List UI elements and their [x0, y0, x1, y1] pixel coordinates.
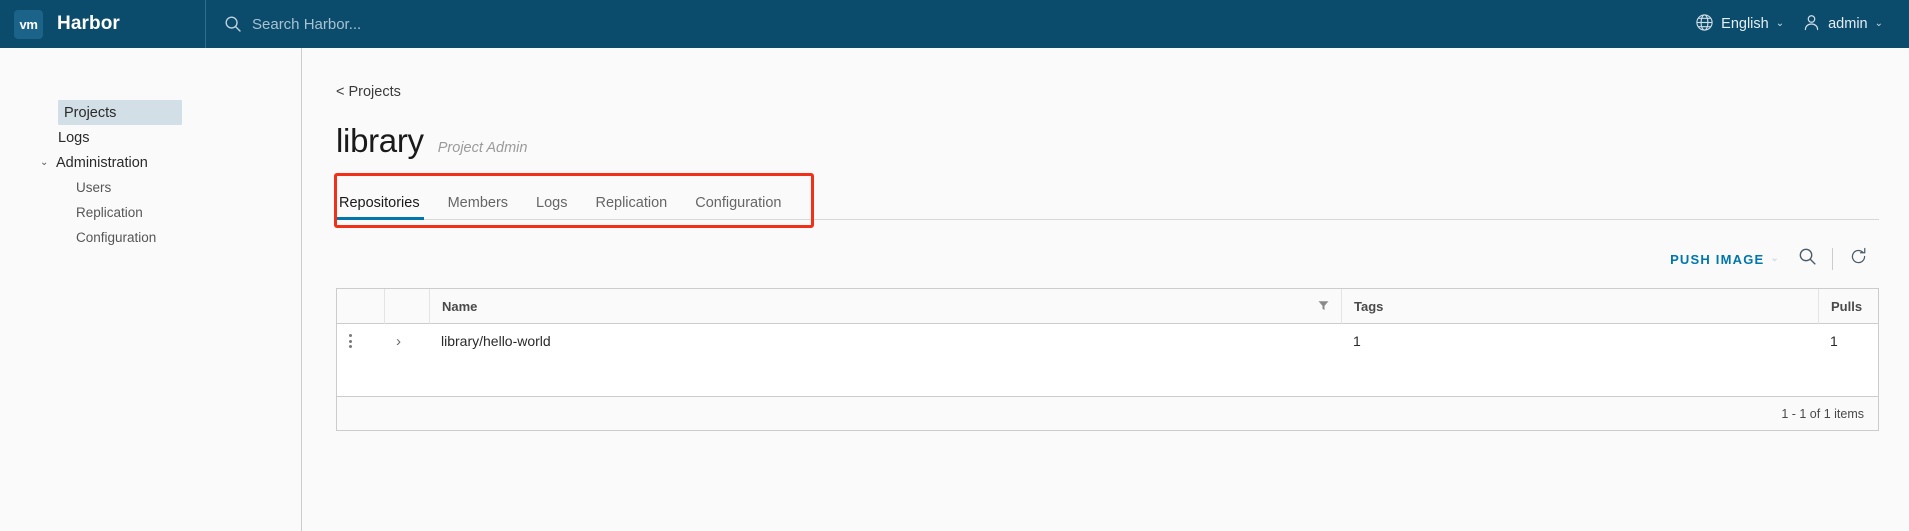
brand-area[interactable]: vm Harbor: [0, 0, 205, 48]
pagination-summary: 1 - 1 of 1 items: [1781, 406, 1864, 421]
column-label: Pulls: [1831, 298, 1863, 314]
chevron-down-icon: ⌄: [1775, 18, 1785, 29]
language-label: English: [1721, 16, 1769, 32]
row-pulls-cell: 1: [1818, 324, 1878, 358]
sidebar-item-projects[interactable]: Projects: [58, 100, 182, 125]
push-image-button[interactable]: PUSH IMAGE ⌄: [1660, 246, 1790, 273]
chevron-right-icon[interactable]: ›: [396, 334, 401, 349]
repositories-table: Name Tags Pulls › library/hello-world 1 …: [336, 288, 1879, 431]
sidebar-item-label: Configuration: [76, 230, 157, 245]
sidebar-item-label: Logs: [58, 129, 90, 146]
body-wrapper: Projects Logs ⌄ Administration Users Rep…: [0, 48, 1909, 531]
search-icon: [224, 15, 242, 33]
chevron-down-icon: ⌄: [1874, 18, 1883, 29]
sidebar-item-users[interactable]: Users: [0, 175, 301, 200]
chevron-down-icon: ⌄: [1770, 253, 1780, 264]
column-label: Name: [442, 298, 478, 314]
sidebar-item-logs[interactable]: Logs: [0, 125, 301, 150]
sidebar-group-administration[interactable]: ⌄ Administration: [0, 150, 301, 175]
column-name[interactable]: Name: [429, 288, 1341, 324]
tab-repositories[interactable]: Repositories: [336, 194, 434, 220]
table-header-row: Name Tags Pulls: [337, 288, 1878, 324]
tabs-region: Repositories Members Logs Replication Co…: [334, 173, 1879, 228]
row-name-cell: library/hello-world: [429, 324, 1341, 358]
sidebar-item-label: Users: [76, 180, 112, 195]
app-header: vm Harbor English ⌄: [0, 0, 1909, 48]
tab-label: Logs: [536, 194, 568, 211]
sidebar-item-label: Replication: [76, 205, 143, 220]
column-kebab: [337, 289, 384, 324]
brand-title: Harbor: [57, 13, 120, 34]
main-content: < Projects library Project Admin Reposit…: [302, 48, 1909, 531]
column-tags[interactable]: Tags: [1341, 288, 1818, 324]
repository-tags: 1: [1353, 333, 1361, 349]
row-kebab-cell: [337, 324, 384, 358]
breadcrumb[interactable]: < Projects: [336, 84, 1879, 100]
sidebar-item-configuration[interactable]: Configuration: [0, 225, 301, 250]
search-icon: [1798, 247, 1817, 271]
vmware-logo-icon: vm: [14, 9, 43, 39]
column-label: Tags: [1354, 298, 1384, 314]
table-row[interactable]: › library/hello-world 1 1: [337, 324, 1878, 358]
globe-icon: [1695, 13, 1714, 36]
user-icon: [1802, 13, 1821, 36]
tab-configuration[interactable]: Configuration: [681, 194, 795, 220]
user-label: admin: [1828, 16, 1868, 32]
page-title-row: library Project Admin: [336, 122, 1879, 160]
page-title: library: [336, 122, 424, 159]
table-body: › library/hello-world 1 1: [337, 324, 1878, 396]
refresh-icon: [1849, 247, 1868, 271]
tab-members[interactable]: Members: [434, 194, 522, 220]
tab-label: Members: [447, 194, 509, 211]
row-tags-cell: 1: [1341, 324, 1818, 358]
sidebar: Projects Logs ⌄ Administration Users Rep…: [0, 48, 302, 531]
kebab-menu-icon[interactable]: [349, 334, 352, 348]
filter-icon[interactable]: [1318, 299, 1329, 314]
header-right-controls: English ⌄ admin ⌄: [1691, 0, 1909, 48]
header-search-area[interactable]: [206, 15, 1691, 33]
table-footer: 1 - 1 of 1 items: [337, 396, 1878, 430]
repository-pulls: 1: [1830, 333, 1838, 349]
table-search-button[interactable]: [1790, 242, 1824, 276]
sidebar-group-label: Administration: [56, 154, 148, 171]
tab-logs[interactable]: Logs: [522, 194, 581, 220]
refresh-button[interactable]: [1841, 242, 1875, 276]
tab-replication[interactable]: Replication: [581, 194, 681, 220]
tab-label: Repositories: [339, 194, 420, 211]
search-input[interactable]: [252, 15, 572, 33]
action-divider: [1832, 248, 1833, 270]
column-pulls[interactable]: Pulls: [1818, 288, 1878, 324]
tab-label: Configuration: [695, 194, 782, 211]
action-bar: PUSH IMAGE ⌄: [336, 234, 1879, 284]
sidebar-item-replication[interactable]: Replication: [0, 200, 301, 225]
tab-label: Replication: [595, 194, 668, 211]
project-tabs: Repositories Members Logs Replication Co…: [336, 182, 1879, 220]
project-role-label: Project Admin: [437, 140, 528, 156]
user-menu[interactable]: admin ⌄: [1798, 13, 1887, 36]
sidebar-item-label: Projects: [64, 104, 117, 121]
chevron-down-icon: ⌄: [40, 157, 49, 168]
column-expand: [384, 288, 429, 324]
row-expand-cell: ›: [384, 324, 429, 358]
language-selector[interactable]: English ⌄: [1691, 13, 1788, 36]
repository-name: library/hello-world: [441, 333, 551, 349]
push-image-label: PUSH IMAGE: [1670, 251, 1765, 267]
